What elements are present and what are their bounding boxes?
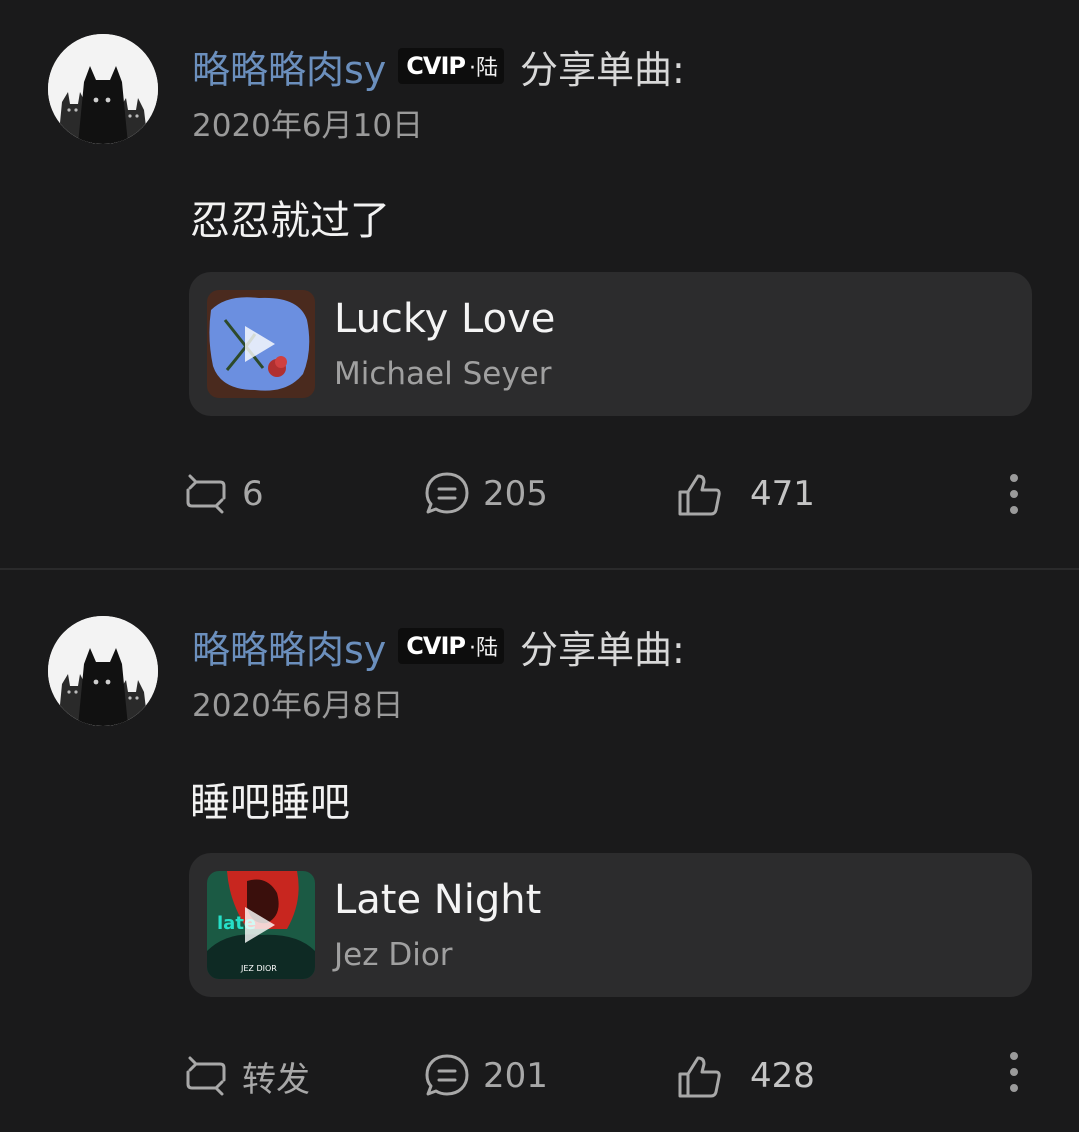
black-cats-avatar-image — [48, 34, 158, 144]
vip-badge[interactable]: CVIP ·陆 — [398, 48, 505, 84]
like-button[interactable]: 471 — [676, 462, 815, 526]
black-cats-avatar-image — [48, 616, 158, 726]
song-card[interactable]: late JEZ DIOR Late Night Jez Dior — [189, 853, 1032, 997]
cover-artist-text: JEZ DIOR — [240, 964, 277, 973]
repost-count: 6 — [242, 474, 264, 514]
repost-icon — [182, 470, 230, 518]
share-label: 分享单曲: — [520, 627, 685, 672]
username-link[interactable]: 略略略肉sy — [192, 39, 386, 94]
share-label: 分享单曲: — [520, 47, 685, 92]
song-artist: Michael Seyer — [334, 356, 552, 392]
avatar[interactable] — [48, 34, 158, 144]
song-title: Lucky Love — [334, 296, 556, 342]
thumbs-up-icon — [676, 470, 724, 518]
like-count: 471 — [750, 474, 815, 514]
post-text: 睡吧睡吧 — [190, 780, 350, 826]
play-icon[interactable] — [245, 907, 275, 943]
more-vertical-icon[interactable] — [1000, 1044, 1028, 1108]
comment-count: 201 — [483, 1056, 548, 1096]
avatar[interactable] — [48, 616, 158, 726]
comment-icon — [423, 470, 471, 518]
song-card[interactable]: Lucky Love Michael Seyer — [189, 272, 1032, 416]
post-card: 略略略肉sy CVIP ·陆 分享单曲: 2020年6月8日 睡吧睡吧 late… — [0, 570, 1079, 1132]
post-date: 2020年6月10日 — [192, 108, 424, 144]
repost-icon — [182, 1052, 230, 1100]
username-link[interactable]: 略略略肉sy — [192, 619, 386, 674]
vip-badge-label: CVIP — [406, 52, 466, 80]
vip-badge[interactable]: CVIP ·陆 — [398, 628, 505, 664]
vip-level-label: ·陆 — [469, 56, 499, 81]
post-card: 略略略肉sy CVIP ·陆 分享单曲: 2020年6月10日 忍忍就过了 Lu… — [0, 0, 1079, 568]
post-text: 忍忍就过了 — [190, 198, 390, 244]
comment-count: 205 — [483, 474, 548, 514]
comment-button[interactable]: 205 — [423, 462, 548, 526]
thumbs-up-icon — [676, 1052, 724, 1100]
repost-label: 转发 — [242, 1059, 310, 1100]
play-icon[interactable] — [245, 326, 275, 362]
like-count: 428 — [750, 1056, 815, 1096]
comment-icon — [423, 1052, 471, 1100]
album-cover[interactable]: late JEZ DIOR — [207, 871, 315, 979]
action-bar: 转发 201 428 — [0, 1044, 1079, 1108]
vip-level-label: ·陆 — [469, 636, 499, 661]
comment-button[interactable]: 201 — [423, 1044, 548, 1108]
vip-badge-label: CVIP — [406, 632, 466, 660]
post-header: 略略略肉sy CVIP ·陆 分享单曲: — [192, 40, 685, 92]
album-cover[interactable] — [207, 290, 315, 398]
action-bar: 6 205 471 — [0, 462, 1079, 526]
more-vertical-icon[interactable] — [1000, 462, 1028, 526]
post-date: 2020年6月8日 — [192, 688, 404, 724]
post-header: 略略略肉sy CVIP ·陆 分享单曲: — [192, 620, 685, 672]
repost-button[interactable]: 转发 — [182, 1044, 310, 1108]
song-artist: Jez Dior — [334, 937, 453, 973]
like-button[interactable]: 428 — [676, 1044, 815, 1108]
repost-button[interactable]: 6 — [182, 462, 264, 526]
song-title: Late Night — [334, 877, 542, 923]
